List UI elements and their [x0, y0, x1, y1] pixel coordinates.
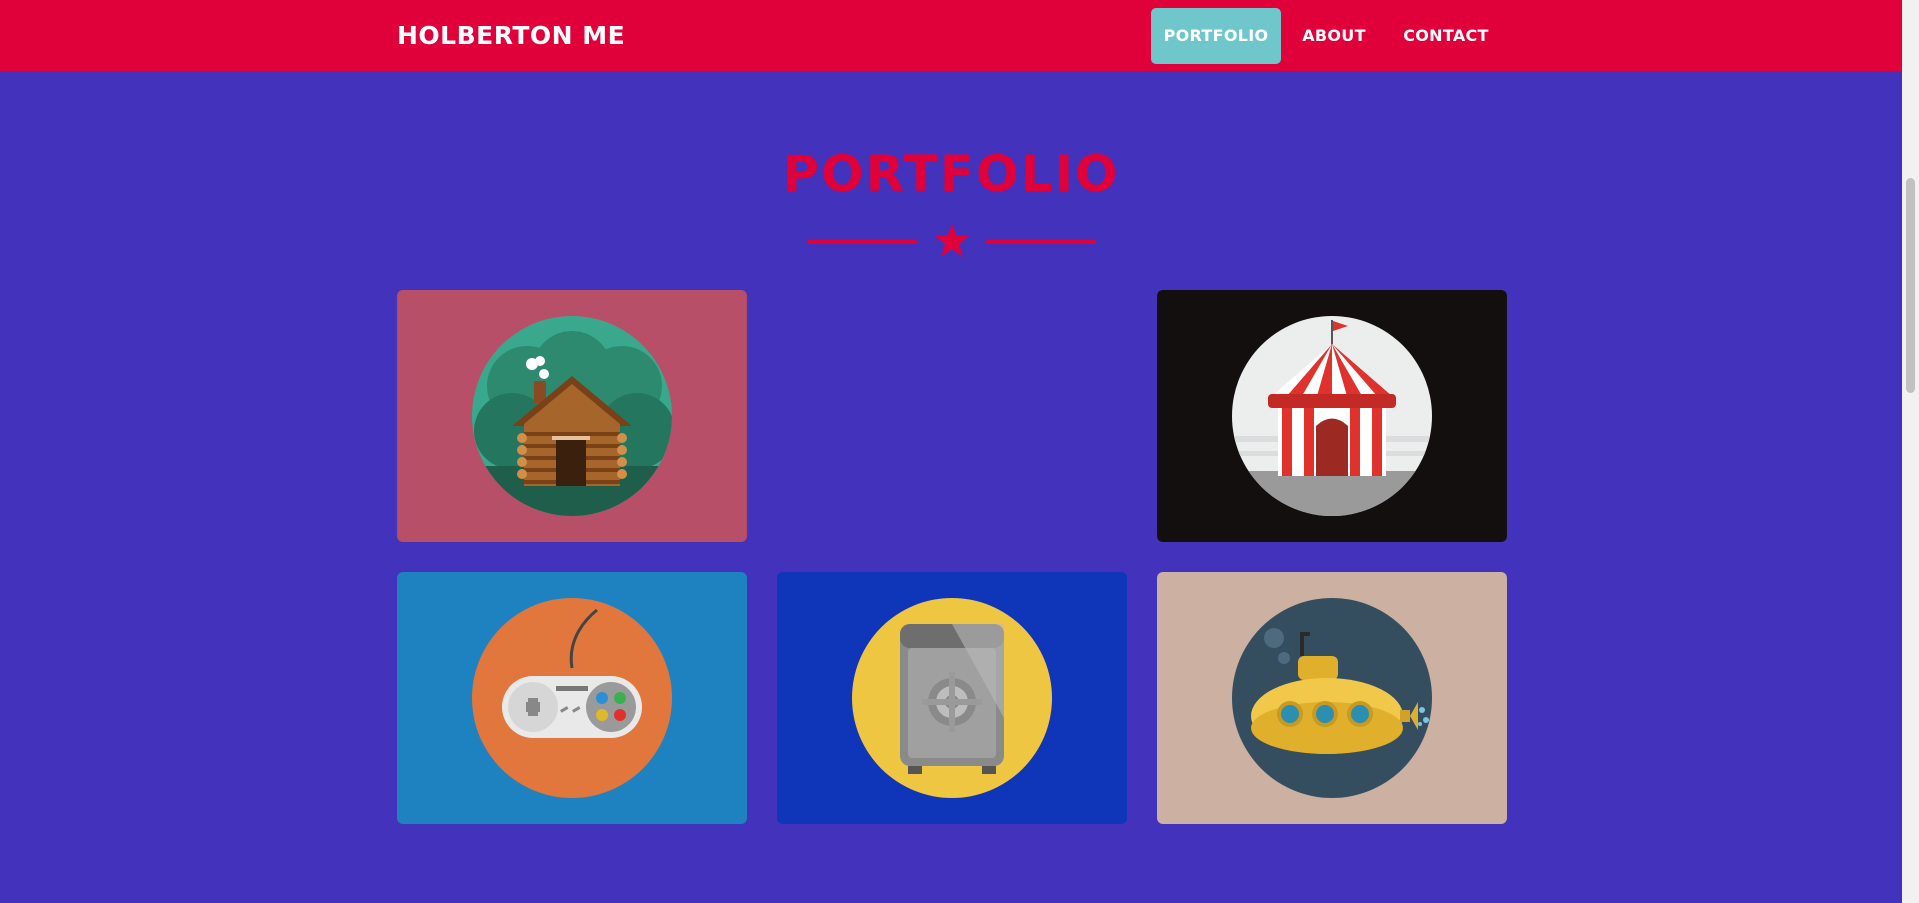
scrollbar-thumb[interactable]	[1906, 178, 1915, 393]
log-cabin-icon	[472, 316, 672, 516]
nav-about[interactable]: ABOUT	[1293, 8, 1375, 64]
divider-line-left	[807, 240, 917, 244]
divider-line-right	[986, 240, 1096, 244]
brand-logo[interactable]: HOLBERTON ME	[397, 0, 625, 71]
portfolio-item-controller[interactable]	[397, 572, 747, 824]
scrollbar[interactable]	[1902, 0, 1919, 903]
portfolio-item-circus[interactable]	[1157, 290, 1507, 542]
star-icon	[935, 224, 969, 257]
navbar: HOLBERTON ME PORTFOLIO ABOUT CONTACT	[0, 0, 1902, 71]
portfolio-item-cabin[interactable]	[397, 290, 747, 542]
nav-portfolio[interactable]: PORTFOLIO	[1151, 8, 1281, 64]
submarine-icon	[1232, 598, 1432, 798]
nav-contact[interactable]: CONTACT	[1393, 8, 1499, 64]
portfolio-item-safe[interactable]	[777, 572, 1127, 824]
circus-tent-icon	[1232, 316, 1432, 516]
game-controller-icon	[472, 598, 672, 798]
portfolio-item-submarine[interactable]	[1157, 572, 1507, 824]
section-title: PORTFOLIO	[782, 145, 1120, 203]
safe-icon	[852, 598, 1052, 798]
